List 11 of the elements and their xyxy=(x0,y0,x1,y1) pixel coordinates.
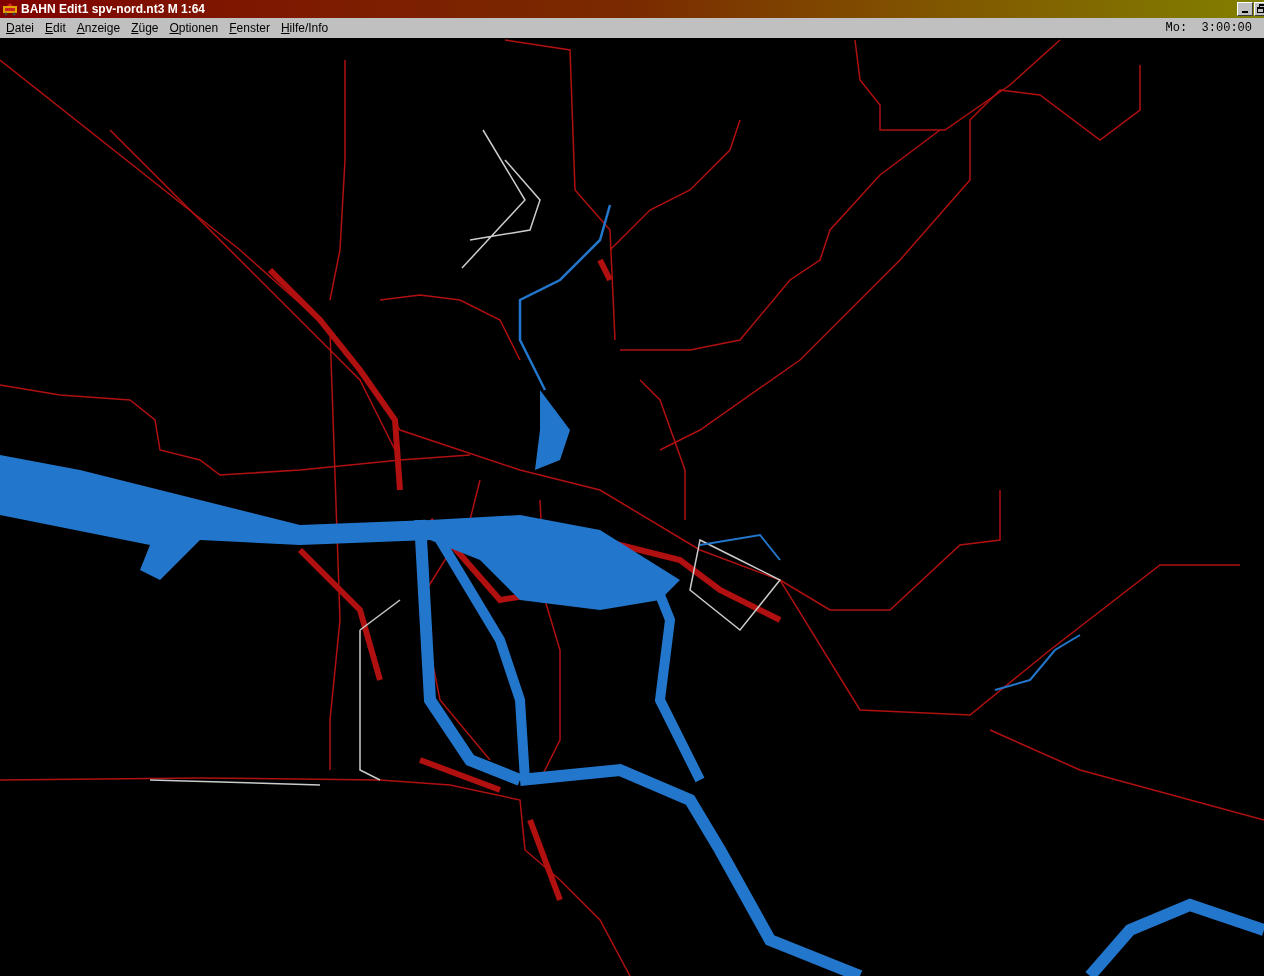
menu-item[interactable]: Anzeige xyxy=(76,19,121,37)
menu-item[interactable]: Hilfe/Info xyxy=(280,19,329,37)
menu-item[interactable]: Edit xyxy=(45,19,66,37)
menu-item[interactable]: Optionen xyxy=(169,19,219,37)
menu-item[interactable]: Datei xyxy=(6,19,35,37)
train-app-icon xyxy=(2,2,18,16)
clock-text: Mo: 3:00:00 xyxy=(1165,20,1252,37)
menu-item[interactable]: Fenster xyxy=(229,19,270,37)
menu-item[interactable]: Züge xyxy=(131,19,159,37)
window-title: BAHN Edit1 spv-nord.nt3 M 1:64 xyxy=(21,3,206,15)
minimize-button[interactable] xyxy=(1237,2,1253,16)
